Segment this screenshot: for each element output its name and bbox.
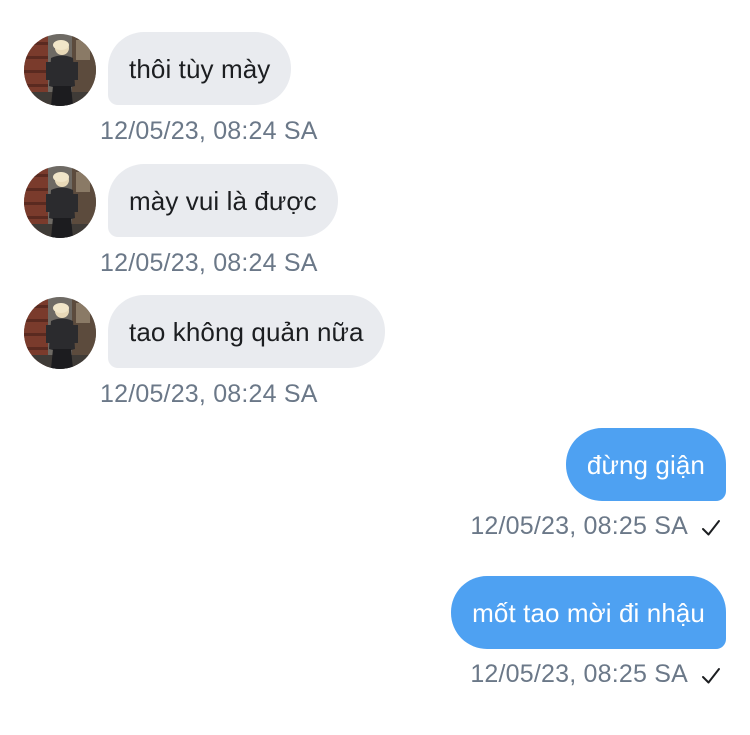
message-timestamp: 12/05/23, 08:25 SA <box>470 660 688 688</box>
message-timestamp: 12/05/23, 08:24 SA <box>100 249 318 277</box>
chat-thread: thôi tùy mày 12/05/23, 08:24 SA mày vui … <box>0 0 750 735</box>
user-avatar[interactable] <box>24 166 96 238</box>
message-timestamp: 12/05/23, 08:24 SA <box>100 380 318 408</box>
message-bubble-outgoing[interactable]: đừng giận <box>565 428 726 501</box>
message-timestamp: 12/05/23, 08:24 SA <box>100 117 318 145</box>
check-icon <box>702 668 720 684</box>
user-avatar[interactable] <box>24 297 96 369</box>
message-bubble-incoming[interactable]: thôi tùy mày <box>108 32 292 105</box>
check-icon <box>702 520 720 536</box>
message-bubble-incoming[interactable]: mày vui là được <box>108 164 338 237</box>
message-bubble-outgoing[interactable]: mốt tao mời đi nhậu <box>451 576 726 649</box>
message-timestamp: 12/05/23, 08:25 SA <box>470 512 688 540</box>
message-bubble-incoming[interactable]: tao không quản nữa <box>108 295 385 368</box>
user-avatar[interactable] <box>24 34 96 106</box>
